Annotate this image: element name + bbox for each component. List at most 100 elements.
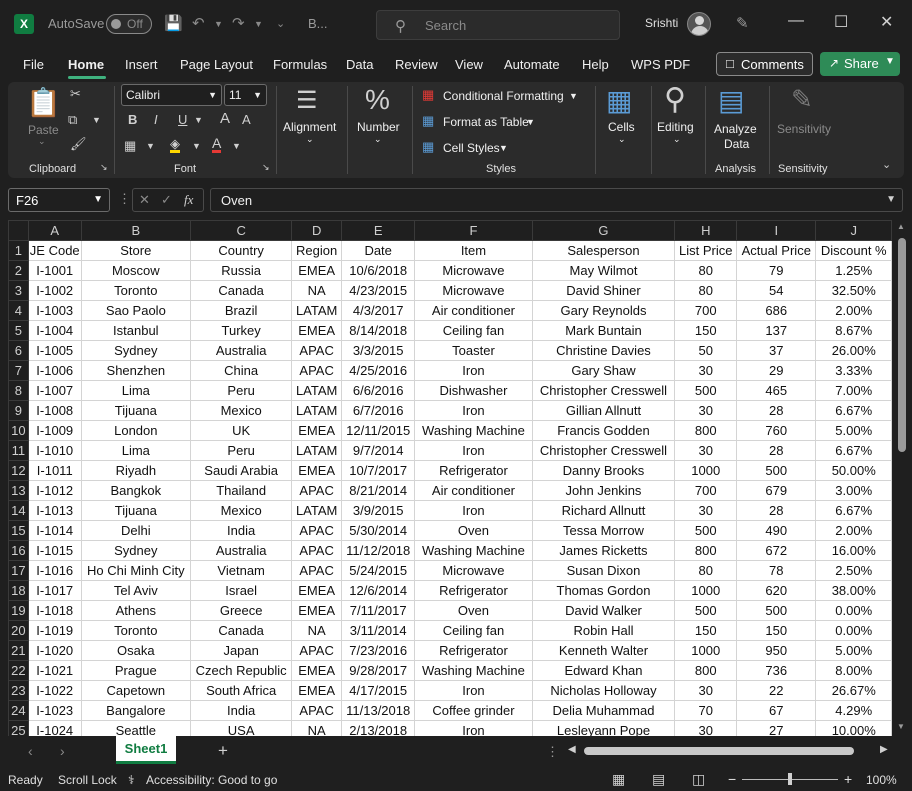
cell[interactable]: 70 — [674, 700, 738, 721]
cell[interactable]: I-1020 — [27, 640, 82, 661]
header-cell[interactable]: Store — [80, 240, 191, 261]
paste-icon[interactable]: 📋 — [26, 86, 61, 119]
cell[interactable]: Christine Davies — [531, 340, 676, 361]
row-header[interactable]: 12 — [8, 460, 29, 481]
cell[interactable]: Prague — [80, 660, 191, 681]
scroll-left-icon[interactable]: ◀ — [568, 744, 576, 755]
cell[interactable]: 0.00% — [815, 620, 892, 641]
zoom-level[interactable]: 100% — [866, 773, 897, 787]
header-cell[interactable]: Item — [414, 240, 533, 261]
cell[interactable]: 12/11/2015 — [340, 420, 416, 441]
chevron-down-icon[interactable]: ▼ — [885, 56, 895, 67]
undo-icon[interactable]: ↶ — [192, 14, 205, 32]
cell[interactable]: 30 — [674, 680, 738, 701]
cell[interactable]: 700 — [674, 480, 738, 501]
cell[interactable]: Ceiling fan — [414, 320, 533, 341]
italic-icon[interactable]: I — [154, 112, 158, 127]
cell[interactable]: Microwave — [414, 560, 533, 581]
cell[interactable]: Sydney — [80, 540, 191, 561]
number-label[interactable]: Number — [357, 120, 400, 134]
cell[interactable]: 37 — [736, 340, 817, 361]
cell[interactable]: 800 — [674, 420, 738, 441]
cell[interactable]: APAC — [291, 560, 342, 581]
avatar[interactable] — [687, 12, 711, 36]
cell[interactable]: 79 — [736, 260, 817, 281]
tab-home[interactable]: Home — [68, 57, 104, 72]
cell[interactable]: 50.00% — [815, 460, 892, 481]
cell[interactable]: 80 — [674, 280, 738, 301]
cell[interactable]: APAC — [291, 700, 342, 721]
cell[interactable]: 3/9/2015 — [340, 500, 416, 521]
clipboard-launcher-icon[interactable]: ↘ — [100, 162, 108, 173]
cell[interactable]: Athens — [80, 600, 191, 621]
cell[interactable]: 8/21/2014 — [340, 480, 416, 501]
cell[interactable]: 150 — [674, 320, 738, 341]
fill-color-dropdown-icon[interactable]: ▼ — [192, 141, 201, 151]
cell[interactable]: 50 — [674, 340, 738, 361]
cell[interactable]: Gary Reynolds — [531, 300, 676, 321]
cell[interactable]: 500 — [674, 520, 738, 541]
cell[interactable]: 10/7/2017 — [340, 460, 416, 481]
enter-icon[interactable]: ✓ — [161, 192, 172, 208]
format-painter-icon[interactable]: 🖌 — [70, 136, 87, 152]
cell[interactable]: Microwave — [414, 260, 533, 281]
cell[interactable]: 8.67% — [815, 320, 892, 341]
designer-pen-icon[interactable]: ✎ — [736, 14, 749, 32]
cell[interactable]: 29 — [736, 360, 817, 381]
cell[interactable]: LATAM — [291, 500, 342, 521]
cell[interactable]: Christopher Cresswell — [531, 440, 676, 461]
cell[interactable]: EMEA — [291, 600, 342, 621]
row-header[interactable]: 25 — [8, 720, 29, 736]
cell[interactable]: 760 — [736, 420, 817, 441]
cell[interactable]: 1.25% — [815, 260, 892, 281]
scroll-thumb[interactable] — [898, 238, 906, 452]
chevron-down-icon[interactable]: ⌄ — [374, 134, 382, 145]
cell[interactable]: 6.67% — [815, 400, 892, 421]
cell[interactable]: APAC — [291, 640, 342, 661]
cell[interactable]: Edward Khan — [531, 660, 676, 681]
cell[interactable]: 2.50% — [815, 560, 892, 581]
row-header[interactable]: 24 — [8, 700, 29, 721]
analyze-data-label-line1[interactable]: Analyze — [714, 122, 757, 136]
cell[interactable]: I-1024 — [27, 720, 82, 736]
cell[interactable]: 38.00% — [815, 580, 892, 601]
cell[interactable]: 27 — [736, 720, 817, 736]
cell[interactable]: 4/17/2015 — [340, 680, 416, 701]
row-header[interactable]: 1 — [8, 240, 29, 261]
cell[interactable]: 26.00% — [815, 340, 892, 361]
cell[interactable]: 500 — [736, 600, 817, 621]
cell[interactable]: 12/6/2014 — [340, 580, 416, 601]
cell[interactable]: Mexico — [189, 400, 293, 421]
header-cell[interactable]: Salesperson — [531, 240, 676, 261]
cell[interactable]: 465 — [736, 380, 817, 401]
cell[interactable]: Seattle — [80, 720, 191, 736]
cell[interactable]: 3/3/2015 — [340, 340, 416, 361]
cell[interactable]: 150 — [736, 620, 817, 641]
cell[interactable]: I-1003 — [27, 300, 82, 321]
sheet-tab-sheet1[interactable]: Sheet1 — [116, 736, 176, 764]
cell[interactable]: 500 — [674, 600, 738, 621]
cell[interactable]: Richard Allnutt — [531, 500, 676, 521]
font-color-icon[interactable]: A — [212, 136, 222, 153]
cell[interactable]: I-1022 — [27, 680, 82, 701]
cell[interactable]: Iron — [414, 500, 533, 521]
cell[interactable]: LATAM — [291, 400, 342, 421]
chevron-down-icon[interactable]: ▼ — [569, 91, 578, 101]
cell[interactable]: Tessa Morrow — [531, 520, 676, 541]
cell[interactable]: Refrigerator — [414, 640, 533, 661]
row-header[interactable]: 8 — [8, 380, 29, 401]
row-header[interactable]: 4 — [8, 300, 29, 321]
cell[interactable]: 3/11/2014 — [340, 620, 416, 641]
cell[interactable]: I-1007 — [27, 380, 82, 401]
cell[interactable]: 26.67% — [815, 680, 892, 701]
cell[interactable]: Japan — [189, 640, 293, 661]
cell[interactable]: 686 — [736, 300, 817, 321]
cell[interactable]: Mark Buntain — [531, 320, 676, 341]
cell[interactable]: Washing Machine — [414, 540, 533, 561]
cell[interactable]: 4/23/2015 — [340, 280, 416, 301]
chevron-down-icon[interactable]: ▼ — [526, 117, 535, 127]
cell[interactable]: Ho Chi Minh City — [80, 560, 191, 581]
cell[interactable]: Australia — [189, 340, 293, 361]
column-header[interactable]: J — [815, 220, 892, 241]
cell[interactable]: Thailand — [189, 480, 293, 501]
